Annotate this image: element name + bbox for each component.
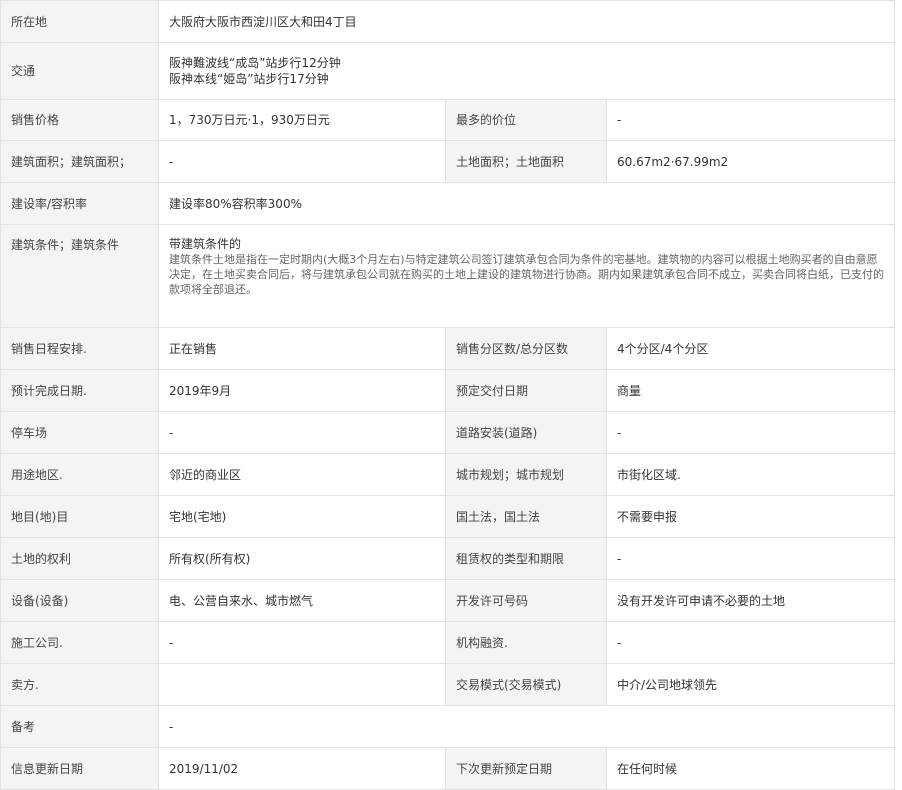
next-update-label: 下次更新预定日期 [445, 747, 607, 790]
coverage-value: 建设率80%容积率300% [157, 182, 896, 225]
land-rights-label: 土地的权利 [0, 537, 159, 580]
transport-value: 阪神難波线“成岛”站步行12分钟 阪神本线“姫岛”站步行17分钟 [157, 42, 896, 100]
row-price: 销售价格 1，730万日元·1，930万日元 最多的价位 - [0, 99, 896, 141]
facilities-label: 设备(设备) [0, 579, 159, 622]
price-label: 销售价格 [0, 99, 159, 141]
next-update-value: 在任何时候 [605, 747, 896, 790]
contractor-value: - [158, 621, 446, 664]
completion-value: 2019年9月 [158, 369, 446, 412]
max-price-label: 最多的价位 [445, 99, 607, 141]
row-parking: 停车场 - 道路安装(道路) - [0, 411, 896, 454]
row-schedule: 销售日程安排. 正在销售 销售分区数/总分区数 4个分区/4个分区 [0, 327, 896, 370]
trade-mode-label: 交易模式(交易模式) [445, 663, 607, 706]
lease-label: 租赁权的类型和期限 [445, 537, 607, 580]
road-label: 道路安装(道路) [445, 411, 607, 454]
land-area-label: 土地面积；土地面积 [445, 140, 607, 183]
row-seller: 卖方. 交易模式(交易模式) 中介/公司地球领先 [0, 663, 896, 706]
transport-label: 交通 [0, 42, 159, 100]
trade-mode-value: 中介/公司地球领先 [605, 663, 896, 706]
remarks-value: - [157, 705, 896, 748]
zoning-label: 用途地区. [0, 453, 159, 496]
parking-value: - [158, 411, 446, 454]
sections-value: 4个分区/4个分区 [605, 327, 896, 370]
location-label: 所在地 [0, 0, 159, 43]
delivery-value: 商量 [605, 369, 896, 412]
land-category-label: 地目(地)目 [0, 495, 159, 538]
conditions-description: 建筑条件土地是指在一定时期内(大概3个月左右)与特定建筑公司签订建筑承包合同为条… [169, 253, 884, 296]
road-value: - [605, 411, 896, 454]
price-value: 1，730万日元·1，930万日元 [158, 99, 446, 141]
completion-label: 预计完成日期. [0, 369, 159, 412]
dev-permit-value: 没有开发许可申请不必要的土地 [605, 579, 896, 622]
row-conditions: 建筑条件；建筑条件 带建筑条件的 建筑条件土地是指在一定时期内(大概3个月左右)… [0, 224, 896, 328]
delivery-label: 预定交付日期 [445, 369, 607, 412]
conditions-label: 建筑条件；建筑条件 [0, 224, 159, 328]
row-remarks: 备考 - [0, 705, 896, 748]
remarks-label: 备考 [0, 705, 159, 748]
row-zoning: 用途地区. 邻近的商业区 城市规划；城市规划 市街化区域. [0, 453, 896, 496]
row-land-category: 地目(地)目 宅地(宅地) 国土法，国土法 不需要申报 [0, 495, 896, 538]
financing-label: 机构融资. [445, 621, 607, 664]
property-info-table: 所在地 大阪府大阪市西淀川区大和田4丁目 交通 阪神難波线“成岛”站步行12分钟… [0, 0, 896, 790]
building-area-label: 建筑面积；建筑面积； [0, 140, 159, 183]
sections-label: 销售分区数/总分区数 [445, 327, 607, 370]
transport-line-2: 阪神本线“姫岛”站步行17分钟 [169, 72, 329, 86]
land-rights-value: 所有权(所有权) [158, 537, 446, 580]
row-transport: 交通 阪神難波线“成岛”站步行12分钟 阪神本线“姫岛”站步行17分钟 [0, 42, 896, 100]
lease-value: - [605, 537, 896, 580]
seller-value [158, 663, 446, 706]
row-completion: 预计完成日期. 2019年9月 预定交付日期 商量 [0, 369, 896, 412]
building-area-value: - [158, 140, 446, 183]
facilities-value: 电、公营自来水、城市燃气 [158, 579, 446, 622]
conditions-title: 带建筑条件的 [169, 237, 242, 251]
land-law-label: 国土法，国土法 [445, 495, 607, 538]
zoning-value: 邻近的商业区 [158, 453, 446, 496]
land-law-value: 不需要申报 [605, 495, 896, 538]
transport-line-1: 阪神難波线“成岛”站步行12分钟 [169, 56, 341, 70]
updated-value: 2019/11/02 [158, 747, 446, 790]
row-updated: 信息更新日期 2019/11/02 下次更新预定日期 在任何时候 [0, 747, 896, 790]
contractor-label: 施工公司. [0, 621, 159, 664]
max-price-value: - [605, 99, 896, 141]
coverage-label: 建设率/容积率 [0, 182, 159, 225]
conditions-value: 带建筑条件的 建筑条件土地是指在一定时期内(大概3个月左右)与特定建筑公司签订建… [157, 224, 896, 328]
row-location: 所在地 大阪府大阪市西淀川区大和田4丁目 [0, 0, 896, 43]
land-category-value: 宅地(宅地) [158, 495, 446, 538]
row-facilities: 设备(设备) 电、公营自来水、城市燃气 开发许可号码 没有开发许可申请不必要的土… [0, 579, 896, 622]
updated-label: 信息更新日期 [0, 747, 159, 790]
city-plan-label: 城市规划；城市规划 [445, 453, 607, 496]
dev-permit-label: 开发许可号码 [445, 579, 607, 622]
city-plan-value: 市街化区域. [605, 453, 896, 496]
schedule-label: 销售日程安排. [0, 327, 159, 370]
land-area-value: 60.67m2·67.99m2 [605, 140, 896, 183]
row-contractor: 施工公司. - 机构融资. - [0, 621, 896, 664]
location-value: 大阪府大阪市西淀川区大和田4丁目 [157, 0, 896, 43]
seller-label: 卖方. [0, 663, 159, 706]
parking-label: 停车场 [0, 411, 159, 454]
row-coverage: 建设率/容积率 建设率80%容积率300% [0, 182, 896, 225]
row-land-rights: 土地的权利 所有权(所有权) 租赁权的类型和期限 - [0, 537, 896, 580]
row-area: 建筑面积；建筑面积； - 土地面积；土地面积 60.67m2·67.99m2 [0, 140, 896, 183]
schedule-value: 正在销售 [158, 327, 446, 370]
financing-value: - [605, 621, 896, 664]
